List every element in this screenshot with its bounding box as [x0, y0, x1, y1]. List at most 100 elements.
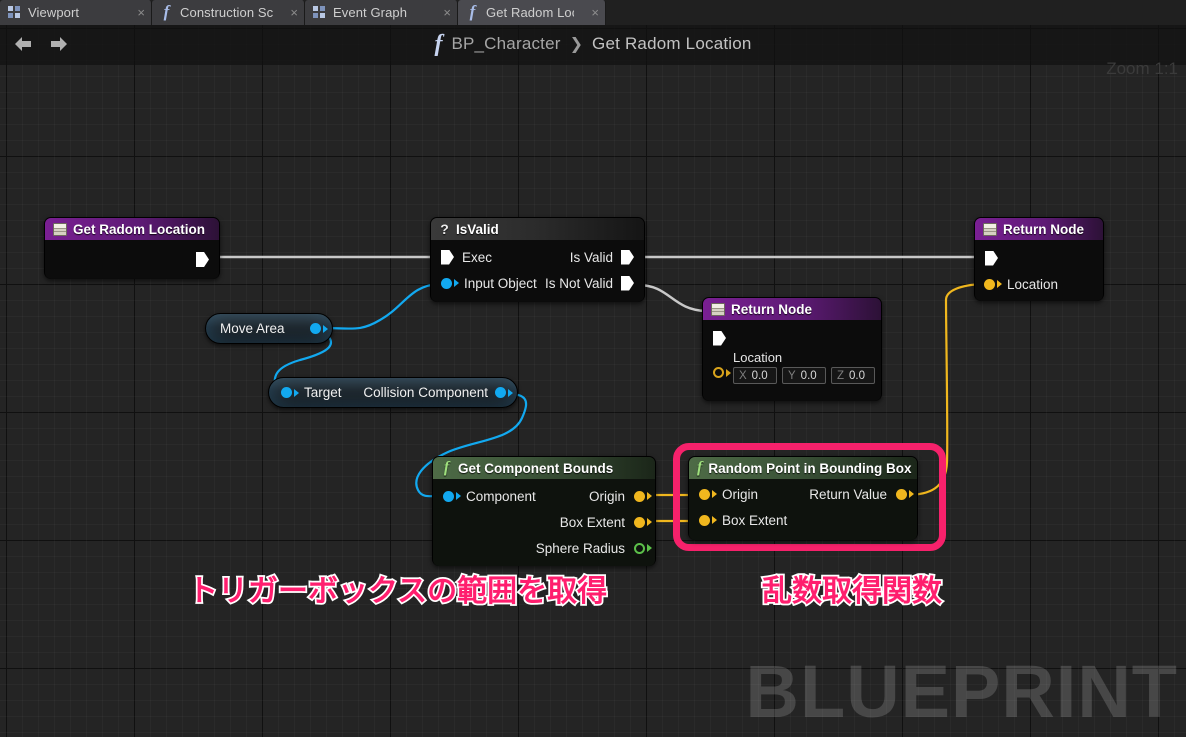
- annotation-right-text: 乱数取得関数: [760, 572, 944, 611]
- breadcrumb-graph[interactable]: Get Radom Location: [592, 34, 752, 54]
- node-collision-component-getter[interactable]: Target Collision Component: [268, 377, 518, 408]
- annotation-left: トリガーボックスの範囲を取得: [186, 566, 609, 611]
- axis-value-y[interactable]: 0.0: [801, 370, 817, 382]
- node-return-node-right[interactable]: Return Node Location: [974, 217, 1104, 301]
- grid-icon: [313, 6, 326, 19]
- return-value-out-pin[interactable]: [896, 488, 907, 500]
- target-in-pin[interactable]: [281, 387, 292, 398]
- exec-in-pin[interactable]: [441, 249, 454, 265]
- vector-in-pin[interactable]: [984, 278, 995, 290]
- tab-get-radom-location[interactable]: f Get Radom Locatio ×: [458, 0, 606, 25]
- axis-label-z: Z: [837, 369, 845, 382]
- pin-row-location: Location: [975, 270, 1103, 298]
- node-header: Return Node: [703, 298, 881, 320]
- node-header: f Random Point in Bounding Box: [689, 457, 917, 479]
- return-box-icon: [983, 222, 997, 236]
- tab-viewport[interactable]: Viewport ×: [0, 0, 152, 25]
- component-out-pin[interactable]: [495, 387, 506, 398]
- exec-in-pin[interactable]: [713, 330, 726, 346]
- box-extent-in-pin[interactable]: [699, 514, 710, 526]
- connection-wires: [213, 255, 983, 523]
- pin-row-box-extent: Box Extent: [433, 509, 655, 535]
- pin-label-location: Location: [1007, 276, 1059, 292]
- return-box-icon: [53, 222, 67, 236]
- node-move-area-getter[interactable]: Move Area: [205, 313, 333, 344]
- vector-in-pin[interactable]: [713, 367, 724, 378]
- box-extent-out-pin[interactable]: [634, 516, 645, 528]
- axis-value-z[interactable]: 0.0: [849, 370, 865, 382]
- node-header: Get Radom Location: [45, 218, 219, 240]
- pin-label-origin: Origin: [722, 486, 759, 502]
- tab-bar: Viewport × f Construction Script × Event…: [0, 0, 1186, 25]
- pin-row-origin: Origin Return Value: [689, 481, 917, 507]
- origin-in-pin[interactable]: [699, 488, 710, 500]
- blueprint-editor-window: BLUEPRINT Get Radom Location: [0, 0, 1186, 737]
- pin-label-origin: Origin: [588, 488, 625, 504]
- pin-row-exec: Exec Is Valid: [431, 244, 644, 270]
- grid-icon: [8, 6, 21, 19]
- tab-label: Get Radom Locatio: [486, 5, 574, 20]
- exec-in-pin[interactable]: [985, 250, 998, 266]
- pin-label-exec: Exec: [462, 249, 493, 265]
- variable-label: Move Area: [220, 321, 285, 336]
- pin-label-sphere-radius: Sphere Radius: [535, 540, 625, 556]
- return-box-icon: [711, 302, 725, 316]
- node-title: Random Point in Bounding Box: [708, 460, 912, 476]
- annotation-right: 乱数取得関数: [760, 566, 944, 611]
- annotation-left-text: トリガーボックスの範囲を取得: [186, 572, 609, 611]
- back-button[interactable]: [10, 31, 36, 57]
- close-icon[interactable]: ×: [591, 6, 599, 19]
- pin-row-component: Component Origin: [433, 483, 655, 509]
- close-icon[interactable]: ×: [443, 6, 451, 19]
- vector-field-x[interactable]: X 0.0: [733, 367, 777, 384]
- pin-label-collision-component: Collision Component: [363, 385, 488, 400]
- pin-label-component: Component: [466, 488, 536, 504]
- node-return-node-middle[interactable]: Return Node Location X 0.0 Y 0.0 Z 0.0: [702, 297, 882, 401]
- forward-button[interactable]: [46, 31, 72, 57]
- vector-field-y[interactable]: Y 0.0: [782, 367, 826, 384]
- tab-event-graph[interactable]: Event Graph ×: [305, 0, 458, 25]
- pin-label-is-not-valid: Is Not Valid: [544, 275, 613, 291]
- node-body: Origin Return Value Box Extent: [689, 479, 917, 540]
- pin-label-box-extent: Box Extent: [722, 512, 788, 528]
- axis-label-y: Y: [788, 369, 796, 382]
- pin-label-is-valid: Is Valid: [569, 249, 613, 265]
- pin-label-return-value: Return Value: [809, 486, 887, 502]
- node-get-component-bounds[interactable]: f Get Component Bounds Component Origin …: [432, 456, 656, 566]
- function-icon: f: [469, 2, 476, 21]
- axis-value-x[interactable]: 0.0: [752, 370, 768, 382]
- close-icon[interactable]: ×: [290, 6, 298, 19]
- node-body: Location: [975, 240, 1103, 301]
- tab-construction-script[interactable]: f Construction Script ×: [152, 0, 305, 25]
- object-out-pin[interactable]: [310, 323, 321, 334]
- node-get-radom-location[interactable]: Get Radom Location: [44, 217, 220, 279]
- node-header: Return Node: [975, 218, 1103, 240]
- pin-row-exec: [975, 240, 1103, 270]
- function-icon: f: [443, 459, 450, 476]
- breadcrumb-blueprint[interactable]: BP_Character: [451, 34, 560, 54]
- node-body: [45, 240, 219, 279]
- exec-out-is-valid-pin[interactable]: [621, 249, 634, 265]
- exec-out-pin[interactable]: [196, 252, 209, 267]
- node-random-point-in-bounding-box[interactable]: f Random Point in Bounding Box Origin Re…: [688, 456, 918, 540]
- close-icon[interactable]: ×: [137, 6, 145, 19]
- object-in-pin[interactable]: [441, 277, 452, 289]
- pin-label-input-object: Input Object: [464, 275, 537, 291]
- tab-label: Construction Script: [180, 5, 274, 20]
- node-body: Location X 0.0 Y 0.0 Z 0.0: [703, 320, 881, 401]
- node-title: IsValid: [456, 221, 499, 237]
- component-in-pin[interactable]: [443, 490, 454, 502]
- origin-out-pin[interactable]: [634, 490, 645, 502]
- axis-label-x: X: [739, 369, 747, 382]
- node-header: ? IsValid: [431, 218, 644, 240]
- exec-out-is-not-valid-pin[interactable]: [621, 275, 634, 291]
- node-title: Get Component Bounds: [458, 460, 614, 476]
- sphere-radius-out-pin[interactable]: [634, 542, 645, 554]
- vector-field-z[interactable]: Z 0.0: [831, 367, 875, 384]
- node-header: f Get Component Bounds: [433, 457, 655, 479]
- node-is-valid[interactable]: ? IsValid Exec Is Valid Input Object Is …: [430, 217, 645, 302]
- node-body: Component Origin Box Extent Sphere Radiu…: [433, 479, 655, 566]
- pin-row-box-extent: Box Extent: [689, 507, 917, 533]
- pin-row-exec: [703, 320, 881, 350]
- pin-row-location: Location X 0.0 Y 0.0 Z 0.0: [703, 350, 881, 384]
